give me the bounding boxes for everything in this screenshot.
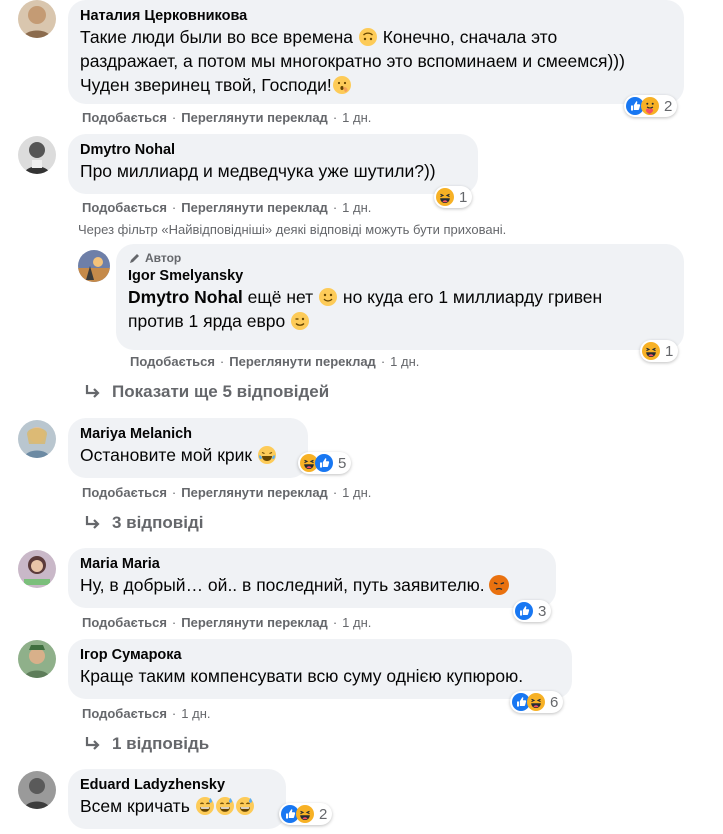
grinning-sweat-emoji-icon	[215, 796, 235, 816]
comment-bubble: Eduard Ladyzhensky Всем кричать	[68, 769, 286, 829]
like-button[interactable]: Подобається	[82, 485, 167, 500]
reaction-summary[interactable]: 6	[510, 691, 564, 713]
reaction-count: 3	[538, 602, 547, 620]
laughing-crying-emoji-icon	[257, 445, 277, 465]
mention-link[interactable]: Dmytro Nohal	[128, 287, 243, 307]
comment-text: Dmytro Nohal ещё нет но куда его 1 милли…	[128, 287, 603, 331]
reaction-summary[interactable]: 3	[513, 600, 552, 622]
reaction-count: 6	[550, 693, 559, 711]
hushed-face-emoji-icon	[332, 76, 351, 94]
see-translation-button[interactable]: Переглянути переклад	[181, 485, 328, 500]
avatar[interactable]	[18, 0, 56, 38]
comment-actions: Подобається · Переглянути переклад · 1 дн.	[82, 110, 372, 125]
show-more-replies-button[interactable]: Показати ще 5 відповідей	[84, 382, 329, 402]
timestamp[interactable]: 1 дн.	[342, 485, 371, 500]
comment-author[interactable]: Ігор Сумарока	[80, 646, 560, 664]
comment-actions: Подобається · Переглянути переклад · 1 дн.	[130, 354, 420, 369]
grinning-sweat-emoji-icon	[195, 796, 215, 816]
see-translation-button[interactable]: Переглянути переклад	[181, 110, 328, 125]
smile-emoji-icon	[318, 287, 338, 307]
see-translation-button[interactable]: Переглянути переклад	[181, 615, 328, 630]
filter-note: Через фільтр «Найвідповідніші» деякі від…	[78, 222, 507, 237]
comment-text: Краще таким компенсувати всю суму однією…	[80, 666, 524, 686]
reply-arrow-icon	[85, 516, 100, 529]
reaction-summary[interactable]: 5	[298, 452, 352, 474]
comment-author[interactable]: Igor Smelyansky	[128, 267, 672, 285]
comment-actions: Подобається · Переглянути переклад · 1 дн.	[82, 615, 372, 630]
reaction-count: 2	[664, 97, 673, 115]
reaction-summary[interactable]: 1	[640, 340, 679, 362]
comment-actions: Подобається · Переглянути переклад · 1 дн.	[82, 200, 372, 215]
view-replies-button[interactable]: 3 відповіді	[84, 513, 203, 533]
comment-text: Всем кричать	[80, 794, 274, 818]
comment-text: Ну, в добрый… ой.. в последний, путь зая…	[80, 573, 544, 597]
comment-bubble: Mariya Melanich Остановите мой крик	[68, 418, 308, 478]
reaction-count: 1	[459, 188, 468, 206]
haha-icon	[296, 805, 314, 823]
comment-author[interactable]: Dmytro Nohal	[80, 141, 466, 159]
grinning-sweat-emoji-icon	[235, 796, 255, 816]
reaction-count: 1	[665, 342, 674, 360]
comment-bubble: Dmytro Nohal Про миллиард и медведчука у…	[68, 134, 478, 194]
timestamp[interactable]: 1 дн.	[342, 200, 371, 215]
timestamp[interactable]: 1 дн.	[390, 354, 419, 369]
haha-icon	[527, 693, 545, 711]
like-icon	[315, 454, 333, 472]
avatar[interactable]	[78, 250, 110, 282]
angry-face-emoji-icon	[489, 575, 510, 595]
like-button[interactable]: Подобається	[130, 354, 215, 369]
like-button[interactable]: Подобається	[82, 706, 167, 721]
like-icon	[515, 602, 533, 620]
like-button[interactable]: Подобається	[82, 200, 167, 215]
avatar[interactable]	[18, 136, 56, 174]
comment-text: Про миллиард и медведчука уже шутили?))	[80, 161, 436, 181]
avatar[interactable]	[18, 771, 56, 809]
like-button[interactable]: Подобається	[82, 110, 167, 125]
comment-bubble: Ігор Сумарока Краще таким компенсувати в…	[68, 639, 572, 699]
timestamp[interactable]: 1 дн.	[342, 615, 371, 630]
avatar[interactable]	[18, 550, 56, 588]
avatar[interactable]	[18, 420, 56, 458]
wink-emoji-icon	[290, 311, 310, 331]
reaction-summary[interactable]: 1	[434, 186, 473, 208]
see-translation-button[interactable]: Переглянути переклад	[229, 354, 376, 369]
comment-author[interactable]: Maria Maria	[80, 555, 544, 573]
like-button[interactable]: Подобається	[82, 615, 167, 630]
author-badge: Автор	[128, 251, 672, 265]
comment-author[interactable]: Eduard Ladyzhensky	[80, 776, 274, 794]
reaction-summary[interactable]: 2	[279, 803, 333, 825]
comment-bubble: Maria Maria Ну, в добрый… ой.. в последн…	[68, 548, 556, 608]
reaction-summary[interactable]: 2	[624, 95, 678, 117]
comment-author[interactable]: Mariya Melanich	[80, 425, 296, 443]
view-replies-button[interactable]: 1 відповідь	[84, 734, 209, 754]
comment-actions: Подобається · Переглянути переклад · 1 дн.	[82, 485, 372, 500]
pen-icon	[130, 253, 139, 263]
care-icon	[641, 97, 659, 115]
reaction-count: 5	[338, 454, 347, 472]
haha-icon	[642, 342, 660, 360]
comment-text: Такие люди были во все времена Конечно, …	[80, 27, 625, 95]
timestamp[interactable]: 1 дн.	[342, 110, 371, 125]
reaction-count: 2	[319, 805, 328, 823]
reply-arrow-icon	[85, 385, 100, 398]
timestamp[interactable]: 1 дн.	[181, 706, 210, 721]
comment-text: Остановите мой крик	[80, 443, 296, 467]
haha-icon	[436, 188, 454, 206]
comment-author[interactable]: Наталия Церковникова	[80, 7, 672, 25]
comment-bubble: Наталия Церковникова Такие люди были во …	[68, 0, 684, 104]
comment-bubble: Автор Igor Smelyansky Dmytro Nohal ещё н…	[116, 244, 684, 350]
avatar[interactable]	[18, 640, 56, 678]
comment-actions: Подобається · 1 дн.	[82, 706, 211, 721]
see-translation-button[interactable]: Переглянути переклад	[181, 200, 328, 215]
upside-down-face-emoji-icon	[358, 27, 378, 47]
reply-arrow-icon	[85, 737, 100, 750]
